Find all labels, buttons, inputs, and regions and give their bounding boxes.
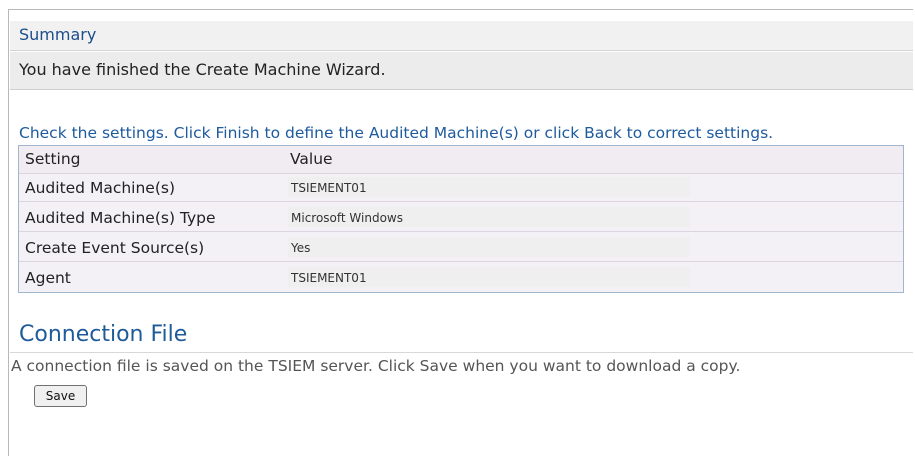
table-row: Agent TSIEMENT01 [19, 264, 903, 292]
value-field: Yes [288, 237, 690, 257]
table-header-row: Setting Value [19, 146, 903, 174]
value-field: TSIEMENT01 [288, 177, 690, 197]
value-field: TSIEMENT01 [288, 267, 690, 287]
value-text: Microsoft Windows [291, 211, 403, 225]
settings-table: Setting Value Audited Machine(s) TSIEMEN… [18, 145, 904, 293]
value-text: TSIEMENT01 [291, 181, 367, 195]
setting-label: Create Event Source(s) [25, 239, 205, 257]
save-button[interactable]: Save [34, 385, 87, 407]
column-header-setting: Setting [25, 150, 81, 168]
table-row: Audited Machine(s) Type Microsoft Window… [19, 204, 903, 232]
setting-label: Agent [25, 269, 71, 287]
connection-file-description: A connection file is saved on the TSIEM … [11, 357, 741, 375]
value-field: Microsoft Windows [288, 207, 690, 227]
summary-header [10, 21, 913, 51]
value-text: TSIEMENT01 [291, 271, 367, 285]
section-divider [10, 352, 913, 353]
column-header-value: Value [290, 150, 333, 168]
table-row: Create Event Source(s) Yes [19, 234, 903, 262]
settings-instruction: Check the settings. Click Finish to defi… [19, 124, 774, 142]
finished-message: You have finished the Create Machine Wiz… [19, 60, 386, 79]
summary-title: Summary [19, 25, 97, 44]
setting-label: Audited Machine(s) [25, 179, 176, 197]
setting-label: Audited Machine(s) Type [25, 209, 216, 227]
table-row: Audited Machine(s) TSIEMENT01 [19, 174, 903, 202]
connection-file-heading: Connection File [19, 322, 188, 347]
value-text: Yes [291, 241, 311, 255]
